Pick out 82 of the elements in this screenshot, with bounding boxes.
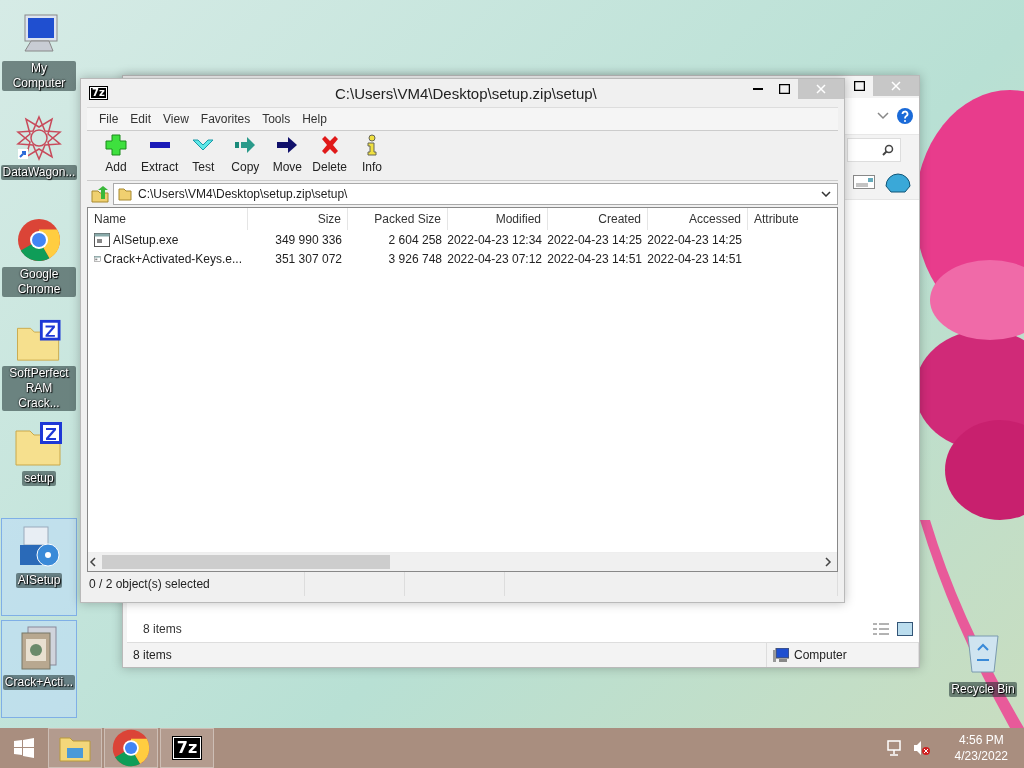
table-cell-text: 2 604 258 [387,231,443,249]
menu-item[interactable]: Tools [256,112,297,126]
window-title: C:\Users\VM4\Desktop\setup.zip\setup\ [334,84,598,102]
help-icon[interactable] [897,108,913,124]
toolbar-button[interactable]: Copy [224,134,267,174]
table-cell-text: 2022-04-23 14:51 [648,250,743,268]
search-icon [882,144,894,156]
plus-icon [105,134,127,156]
location-label: Computer [794,648,847,662]
menu-item[interactable]: View [157,112,195,126]
table-cell-text: 2022-04-23 07:12 [448,250,543,268]
table-cell-text: 2022-04-23 14:25 [548,231,643,249]
folder-icon [118,187,132,201]
search-field[interactable] [847,138,901,162]
scroll-right-icon[interactable] [823,557,833,567]
windows-logo-icon [14,738,34,758]
close-icon [816,84,826,94]
minus-icon [149,142,170,148]
close-icon [891,81,901,91]
column-header[interactable]: Attribute [748,208,837,230]
column-header[interactable]: Created [548,208,648,230]
menu-item[interactable]: Favorites [194,112,257,126]
chrome-icon [16,217,62,263]
file-name: Crack+Activated-Keys.e... [103,251,242,266]
computer-icon [773,648,789,662]
large-icons-view-icon[interactable] [897,622,913,636]
file-row[interactable]: AISetup.exe 349 990 336 2 604 258 2022-04-23 12:34 2022-04-23 14:25 2022-04-23 14:25 [88,230,837,249]
recycle-bin-label: Recycle Bin [949,682,1017,697]
status-text: 8 items [127,643,767,667]
menu-item[interactable]: Help [296,112,333,126]
scroll-left-icon[interactable] [88,557,98,567]
column-header[interactable]: Accessed [648,208,748,230]
7zip-logo: 7z [89,86,108,100]
column-header[interactable]: Modified [448,208,548,230]
network-icon[interactable] [886,740,903,756]
zip-folder-icon [14,319,64,362]
toolbar-button[interactable]: Info [351,134,394,174]
file-name: AISetup.exe [113,232,179,247]
details-view-icon[interactable] [873,623,889,635]
exe-file-icon [94,232,110,247]
address-field[interactable]: C:\Users\VM4\Desktop\setup.zip\setup\ [113,183,838,205]
toolbar-button[interactable]: Add [95,134,137,174]
file-row[interactable]: Crack+Activated-Keys.e... 351 307 072 3 926 748 2022-04-23 07:12 2022-04-23 14:51 2022-04-23 14:51 [88,249,837,268]
table-cell-text: 349 990 336 [274,231,343,249]
arrow-right-icon [276,134,299,156]
folder-icon [59,734,91,762]
desktop-icon[interactable]: Crack+Acti... [1,620,77,718]
menu-item[interactable]: Edit [124,112,158,126]
taskbar-button[interactable]: 7z [160,728,214,768]
star-icon [16,115,62,161]
table-cell-text: 351 307 072 [274,250,343,268]
toolbar-button[interactable]: Move [266,134,309,174]
zip-folder-icon [14,421,64,467]
taskbar-button[interactable] [104,728,158,768]
table-cell-text: 3 926 748 [387,250,443,268]
table-cell-text: 2022-04-23 12:34 [448,231,543,249]
taskbar-button[interactable] [48,728,102,768]
horizontal-scrollbar[interactable] [88,552,837,571]
status-text: 0 / 2 object(s) selected [87,572,305,596]
column-header[interactable]: Size [248,208,348,230]
table-cell-text: 2022-04-23 14:25 [648,231,743,249]
maximize-icon [779,84,790,94]
minimize-icon [752,88,763,90]
volume-muted-icon[interactable] [912,740,931,756]
menu-item[interactable]: File [93,112,125,126]
chevron-down-icon[interactable] [821,191,831,197]
toolbar-button[interactable]: Delete [308,134,352,174]
column-header[interactable]: Name [88,208,248,230]
view-icon[interactable] [853,175,875,189]
arrow-right-icon [234,134,257,156]
toolbar-button[interactable]: Test [182,134,225,174]
clock-date: 4/23/2022 [954,748,1008,764]
toolbar-button[interactable]: Extract [137,134,183,174]
item-count: 8 items [143,622,183,636]
shell-icon[interactable] [885,170,911,194]
7zip-logo: 7z [171,736,203,760]
column-header[interactable]: Packed Size [348,208,448,230]
clock-time: 4:56 PM [958,732,1004,748]
maximize-icon [854,81,865,91]
table-cell-text: 2022-04-23 14:51 [548,250,643,268]
desktop-icon[interactable]: AISetup [1,518,77,616]
up-folder-icon[interactable] [91,185,109,203]
